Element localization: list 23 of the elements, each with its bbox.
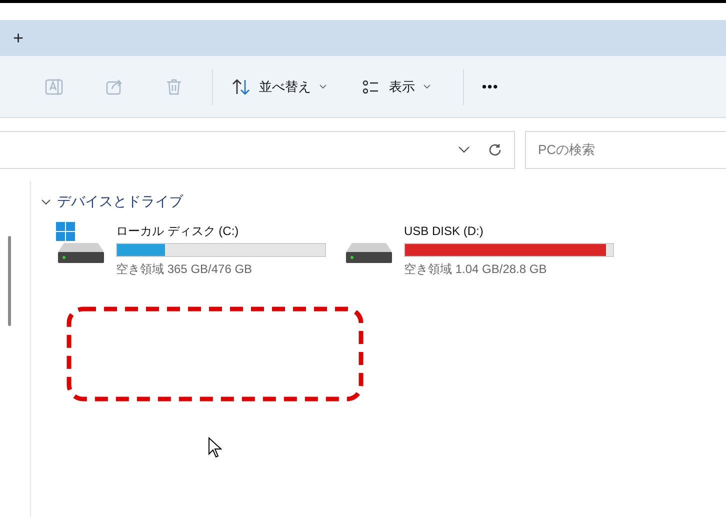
trash-icon [164,76,184,96]
drive-name[interactable]: USB DISK (D:) [404,222,614,240]
more-options-button[interactable]: ••• [472,66,509,106]
refresh-icon[interactable] [488,142,502,156]
new-tab-button[interactable]: + [12,29,25,47]
share-icon [104,76,124,96]
rename-icon [44,76,64,96]
chevron-down-icon [319,84,327,89]
hard-drive-icon [58,243,104,263]
chevron-down-icon [41,196,51,206]
sort-arrows-icon [231,76,251,96]
scrollbar-thumb[interactable] [8,236,10,326]
drive-name[interactable]: ローカル ディスク (C:) [116,222,326,240]
hard-drive-icon [346,243,392,263]
view-menu-button[interactable]: 表示 [351,66,441,106]
chevron-down-icon [423,84,431,89]
free-space-label: 空き領域 1.04 GB/28.8 GB [404,261,548,278]
cursor-icon [208,437,222,458]
free-space-label: 空き領域 365 GB/476 GB [116,261,254,278]
section-header[interactable]: デバイスとドライブ [41,191,726,212]
chevron-down-icon[interactable] [458,146,470,154]
sort-menu-button[interactable]: 並べ替え [221,66,337,106]
search-field[interactable]: PCの検索 [525,130,726,168]
